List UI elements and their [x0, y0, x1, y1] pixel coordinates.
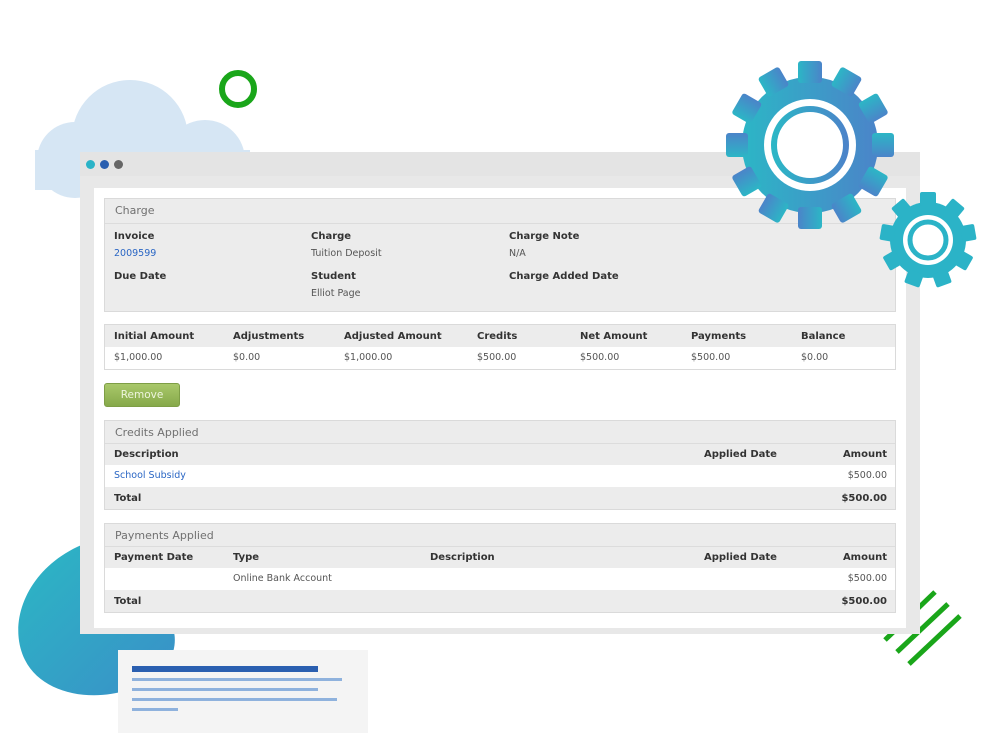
student-value: Elliot Page: [311, 288, 361, 299]
column-header: Payments: [691, 331, 747, 342]
table-row: School Subsidy $500.00: [105, 465, 895, 487]
table-row: Online Bank Account $500.00: [105, 568, 895, 590]
credit-description-link[interactable]: School Subsidy: [114, 470, 186, 481]
payments-applied-panel: Payments Applied Payment Date Type Descr…: [104, 523, 896, 613]
window-dot-blue[interactable]: [100, 160, 109, 169]
table-cell: $0.00: [801, 352, 829, 363]
column-header: Adjustments: [233, 331, 305, 342]
column-header: Amount: [842, 449, 887, 460]
table-cell: $0.00: [233, 352, 261, 363]
ring-icon: [219, 70, 257, 108]
charge-panel-title: Charge: [115, 204, 155, 217]
column-header: Applied Date: [704, 449, 777, 460]
document-icon: [118, 650, 368, 733]
column-header: Initial Amount: [114, 331, 195, 342]
payments-panel-title: Payments Applied: [115, 529, 214, 542]
charge-value: Tuition Deposit: [311, 248, 382, 259]
invoice-link[interactable]: 2009599: [114, 248, 156, 259]
column-header: Payment Date: [114, 552, 194, 563]
column-header: Adjusted Amount: [344, 331, 442, 342]
credit-amount: $500.00: [847, 470, 887, 481]
payments-total-value: $500.00: [841, 596, 887, 607]
column-header: Description: [114, 449, 179, 460]
column-header: Net Amount: [580, 331, 648, 342]
column-header: Description: [430, 552, 495, 563]
amounts-table: Initial Amount Adjustments Adjusted Amou…: [104, 324, 896, 370]
small-gear-icon: [879, 192, 977, 288]
column-header: Balance: [801, 331, 846, 342]
charge-note-value: N/A: [509, 248, 526, 259]
table-cell: $500.00: [580, 352, 620, 363]
credits-total-label: Total: [114, 493, 142, 504]
credits-total-value: $500.00: [841, 493, 887, 504]
column-header: Credits: [477, 331, 518, 342]
large-gear-icon: [726, 61, 894, 229]
payment-type: Online Bank Account: [233, 573, 332, 584]
window-dot-gray[interactable]: [114, 160, 123, 169]
table-cell: $500.00: [477, 352, 517, 363]
gears-illustration: [726, 61, 977, 288]
table-cell: $500.00: [691, 352, 731, 363]
charge-label: Charge: [311, 231, 352, 242]
charge-note-label: Charge Note: [509, 231, 580, 242]
credits-panel-title: Credits Applied: [115, 426, 199, 439]
remove-button[interactable]: Remove: [104, 383, 180, 407]
column-header: Amount: [842, 552, 887, 563]
table-row: $1,000.00 $0.00 $1,000.00 $500.00 $500.0…: [105, 347, 895, 369]
column-header: Type: [233, 552, 260, 563]
payment-amount: $500.00: [847, 573, 887, 584]
table-cell: $1,000.00: [114, 352, 163, 363]
due-date-label: Due Date: [114, 271, 167, 282]
credits-applied-panel: Credits Applied Description Applied Date…: [104, 420, 896, 510]
table-cell: $1,000.00: [344, 352, 393, 363]
column-header: Applied Date: [704, 552, 777, 563]
invoice-label: Invoice: [114, 231, 155, 242]
charge-added-date-label: Charge Added Date: [509, 271, 619, 282]
window-dot-teal[interactable]: [86, 160, 95, 169]
student-label: Student: [311, 271, 356, 282]
payments-total-label: Total: [114, 596, 142, 607]
